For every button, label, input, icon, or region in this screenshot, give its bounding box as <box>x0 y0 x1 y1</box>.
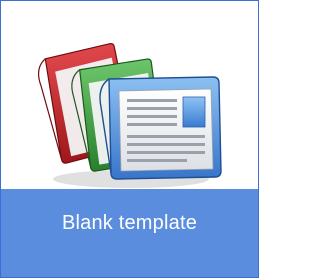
template-label-bar[interactable]: Blank template <box>1 189 258 277</box>
blank-template-documents-icon <box>37 43 222 188</box>
blue-document <box>99 76 222 180</box>
template-label: Blank template <box>61 212 198 234</box>
template-preview <box>1 1 258 211</box>
blank-template-tile[interactable]: Blank template <box>0 0 259 278</box>
